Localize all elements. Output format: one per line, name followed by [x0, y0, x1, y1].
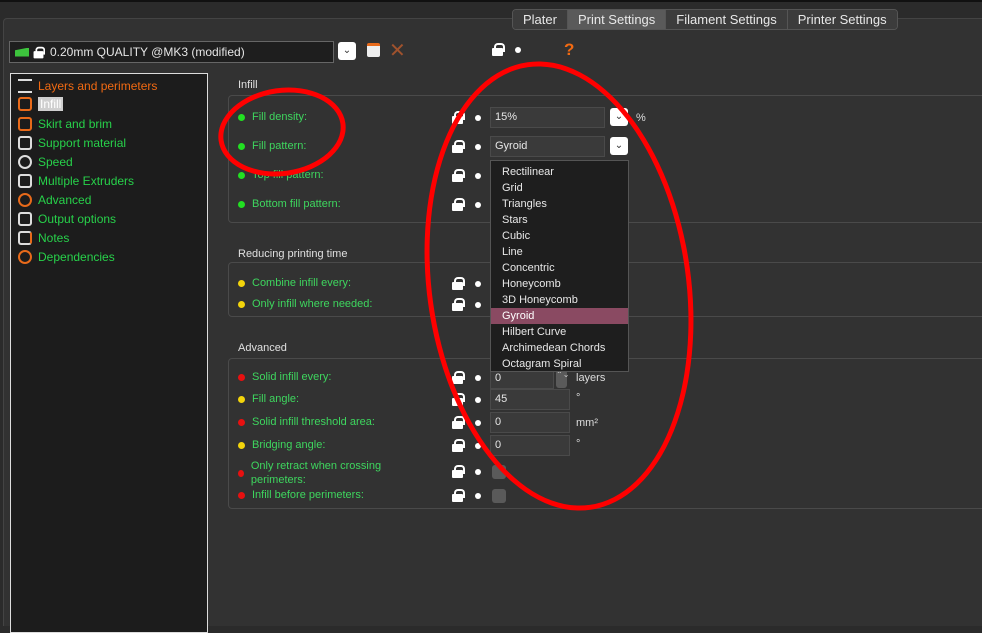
infill-icon	[18, 97, 32, 111]
flag-icon	[15, 47, 29, 57]
sidebar-item-skirt[interactable]: Skirt and brim	[18, 115, 112, 133]
tab-printer-settings[interactable]: Printer Settings	[787, 10, 897, 29]
sidebar-item-advanced[interactable]: Advanced	[18, 191, 91, 209]
sidebar-item-extruders[interactable]: Multiple Extruders	[18, 172, 134, 190]
notes-icon	[18, 231, 32, 245]
lock-icon[interactable]	[452, 465, 465, 478]
status-dot	[238, 395, 245, 403]
tab-filament-settings[interactable]: Filament Settings	[666, 10, 788, 29]
window-top-border	[0, 0, 982, 2]
sidebar-item-notes[interactable]: Notes	[18, 229, 69, 247]
infill-before-perimeters-checkbox[interactable]	[492, 489, 506, 503]
status-dot	[238, 418, 245, 426]
layers-icon	[18, 79, 32, 93]
sidebar-item-speed[interactable]: Speed	[18, 153, 73, 171]
option-bottom-fill-pattern: Bottom fill pattern:	[238, 198, 341, 210]
sidebar-item-layers[interactable]: Layers and perimeters	[18, 77, 157, 95]
section-title-advanced: Advanced	[238, 342, 287, 354]
lock-icon[interactable]	[452, 439, 465, 452]
option-only-infill-needed: Only infill where needed:	[238, 298, 372, 310]
reset-dot-icon[interactable]	[475, 469, 481, 475]
status-dot	[238, 279, 245, 287]
option-infill-before-perimeters: Infill before perimeters:	[238, 489, 364, 501]
gears-icon	[18, 250, 32, 264]
section-title-infill: Infill	[238, 79, 258, 91]
unit-label: %	[636, 112, 646, 124]
section-title-reducing: Reducing printing time	[238, 248, 348, 260]
status-dot	[238, 373, 245, 381]
support-icon	[18, 136, 32, 150]
status-dot	[238, 491, 245, 499]
preset-combo[interactable]: 0.20mm QUALITY @MK3 (modified)	[9, 41, 334, 63]
skirt-icon	[18, 117, 32, 131]
lock-icon[interactable]	[452, 416, 465, 429]
lock-icon[interactable]	[452, 489, 465, 502]
clock-icon	[18, 155, 32, 169]
option-bridging-angle: Bridging angle:	[238, 439, 325, 451]
status-dot	[238, 200, 245, 208]
option-only-retract: Only retract when crossing perimeters:	[238, 459, 408, 487]
status-dot	[238, 171, 245, 179]
status-dot	[238, 469, 244, 477]
delete-icon[interactable]: ✕	[389, 38, 406, 63]
option-solid-infill-threshold: Solid infill threshold area:	[238, 416, 375, 428]
lock-legend-icon[interactable]	[492, 43, 505, 56]
status-dot	[238, 300, 245, 308]
preset-dropdown-button[interactable]: ⌄	[338, 42, 356, 60]
preset-name: 0.20mm QUALITY @MK3 (modified)	[50, 45, 245, 59]
tab-plater[interactable]: Plater	[513, 10, 568, 29]
sidebar-item-dependencies[interactable]: Dependencies	[18, 248, 115, 266]
reset-dot-icon[interactable]	[475, 493, 481, 499]
main-tabs: Plater Print Settings Filament Settings …	[512, 9, 898, 30]
status-dot	[238, 441, 245, 449]
extruder-icon	[18, 174, 32, 188]
dot-legend-icon[interactable]	[515, 47, 521, 53]
option-combine-infill: Combine infill every:	[238, 277, 351, 289]
save-icon[interactable]	[367, 43, 380, 57]
option-fill-angle: Fill angle:	[238, 393, 299, 405]
lock-icon	[33, 46, 46, 58]
help-icon[interactable]: ?	[564, 40, 574, 60]
option-solid-infill-every: Solid infill every:	[238, 371, 331, 383]
gears-icon	[18, 193, 32, 207]
sidebar-item-output[interactable]: Output options	[18, 210, 116, 228]
tab-print-settings[interactable]: Print Settings	[567, 10, 667, 29]
sidebar-item-support[interactable]: Support material	[18, 134, 126, 152]
sidebar-item-infill[interactable]: Infill	[18, 95, 64, 113]
output-icon	[18, 212, 32, 226]
